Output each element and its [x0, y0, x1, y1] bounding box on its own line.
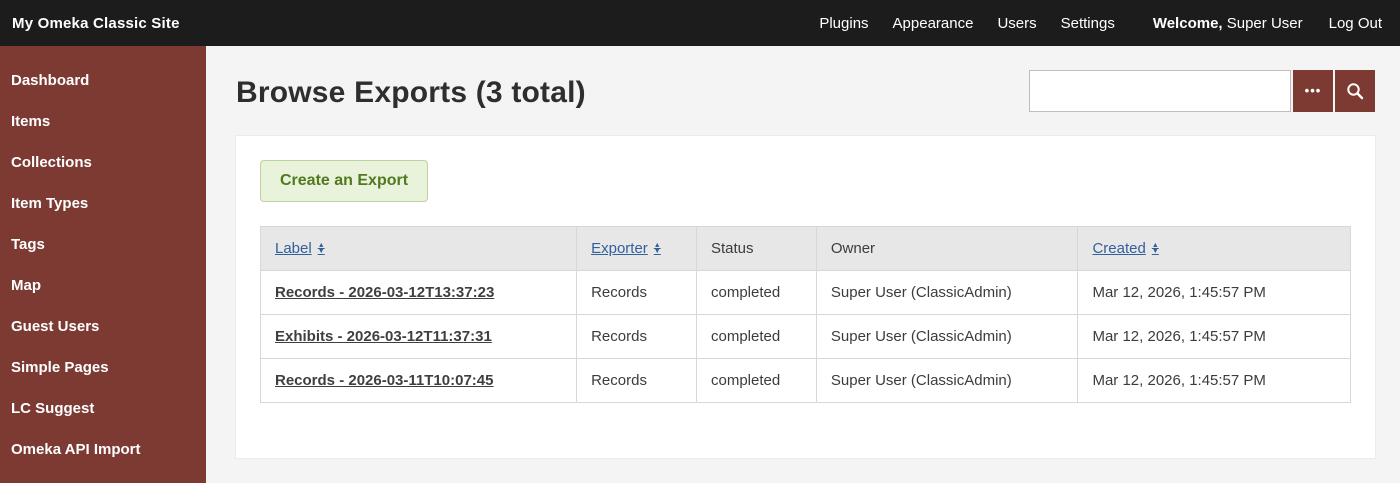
column-header-exporter: Exporter ▲ ▼ [576, 226, 697, 271]
export-exporter-cell: Records [576, 270, 697, 315]
column-header-created: Created ▲ ▼ [1077, 226, 1351, 271]
nav-users[interactable]: Users [997, 15, 1036, 32]
column-header-owner: Owner [815, 226, 1079, 271]
sort-icon: ▲ ▼ [653, 241, 661, 255]
sidebar-item-items[interactable]: Items [0, 101, 206, 142]
sidebar-item-item-types[interactable]: Item Types [0, 183, 206, 224]
export-status-cell: completed [695, 358, 817, 403]
welcome-message: Welcome, Super User [1153, 15, 1303, 32]
search-options-button[interactable]: ••• [1293, 70, 1333, 112]
export-owner-cell: Super User (ClassicAdmin) [815, 358, 1079, 403]
export-label-cell: Exhibits - 2026-03-12T11:37:31 [259, 314, 578, 359]
search-input[interactable] [1029, 70, 1291, 112]
page-body: Dashboard Items Collections Item Types T… [0, 46, 1400, 483]
search-form: ••• [1029, 70, 1375, 112]
export-owner-cell: Super User (ClassicAdmin) [815, 270, 1079, 315]
export-created-cell: Mar 12, 2026, 1:45:57 PM [1077, 270, 1351, 315]
create-export-button[interactable]: Create an Export [260, 160, 429, 202]
sort-by-created-link[interactable]: Created ▲ ▼ [1092, 240, 1158, 257]
sidebar-item-dashboard[interactable]: Dashboard [0, 60, 206, 101]
nav-settings[interactable]: Settings [1061, 15, 1115, 32]
welcome-prefix: Welcome, [1152, 14, 1223, 32]
top-admin-bar: My Omeka Classic Site Plugins Appearance… [0, 0, 1400, 46]
export-status-cell: completed [695, 270, 817, 315]
nav-plugins[interactable]: Plugins [819, 15, 868, 32]
sidebar-item-lc-suggest[interactable]: LC Suggest [0, 388, 206, 429]
main-header: Browse Exports (3 total) ••• [236, 64, 1375, 112]
search-icon [1346, 82, 1364, 100]
export-label-link[interactable]: Exhibits - 2026-03-12T11:37:31 [275, 328, 492, 345]
sort-by-exporter-link[interactable]: Exporter ▲ ▼ [591, 240, 661, 257]
sidebar-item-simple-pages[interactable]: Simple Pages [0, 347, 206, 388]
logout-link[interactable]: Log Out [1329, 15, 1382, 32]
sidebar-item-exhibits[interactable]: Exhibits [0, 470, 206, 483]
column-header-status: Status [695, 226, 817, 271]
export-owner-cell: Super User (ClassicAdmin) [815, 314, 1079, 359]
table-row: Exhibits - 2026-03-12T11:37:31 Records c… [259, 314, 1351, 359]
nav-appearance[interactable]: Appearance [893, 15, 974, 32]
sort-by-label-link[interactable]: Label ▲ ▼ [275, 240, 325, 257]
table-row: Records - 2026-03-11T10:07:45 Records co… [259, 358, 1351, 403]
search-submit-button[interactable] [1335, 70, 1375, 112]
sidebar-item-map[interactable]: Map [0, 265, 206, 306]
export-created-cell: Mar 12, 2026, 1:45:57 PM [1077, 314, 1351, 359]
exports-panel: Create an Export Label ▲ ▼ Exporter ▲ ▼ … [236, 136, 1375, 458]
export-label-cell: Records - 2026-03-11T10:07:45 [259, 358, 578, 403]
top-navigation: Plugins Appearance Users Settings Welcom… [819, 15, 1382, 32]
table-header-row: Label ▲ ▼ Exporter ▲ ▼ Status Owner Crea… [259, 226, 1351, 271]
sidebar-item-omeka-api-import[interactable]: Omeka API Import [0, 429, 206, 470]
export-label-cell: Records - 2026-03-12T13:37:23 [259, 270, 578, 315]
sidebar-item-tags[interactable]: Tags [0, 224, 206, 265]
export-status-cell: completed [695, 314, 817, 359]
table-row: Records - 2026-03-12T13:37:23 Records co… [259, 270, 1351, 315]
export-label-link[interactable]: Records - 2026-03-11T10:07:45 [275, 372, 493, 389]
sidebar-menu: Dashboard Items Collections Item Types T… [0, 60, 206, 483]
export-exporter-cell: Records [576, 314, 697, 359]
export-created-cell: Mar 12, 2026, 1:45:57 PM [1077, 358, 1351, 403]
sidebar-item-collections[interactable]: Collections [0, 142, 206, 183]
exports-table: Label ▲ ▼ Exporter ▲ ▼ Status Owner Crea… [259, 226, 1351, 403]
sort-icon: ▲ ▼ [1151, 241, 1159, 255]
main-content: Browse Exports (3 total) ••• Create an E… [206, 46, 1400, 483]
current-user-name[interactable]: Super User [1223, 15, 1303, 32]
sort-icon: ▲ ▼ [317, 241, 325, 255]
column-header-label: Label ▲ ▼ [259, 226, 578, 271]
export-label-link[interactable]: Records - 2026-03-12T13:37:23 [275, 284, 494, 301]
site-title-link[interactable]: My Omeka Classic Site [12, 15, 180, 32]
admin-sidebar: Dashboard Items Collections Item Types T… [0, 46, 206, 483]
ellipsis-icon: ••• [1304, 82, 1322, 98]
page-title: Browse Exports (3 total) [236, 76, 586, 109]
export-exporter-cell: Records [576, 358, 697, 403]
sidebar-item-guest-users[interactable]: Guest Users [0, 306, 206, 347]
